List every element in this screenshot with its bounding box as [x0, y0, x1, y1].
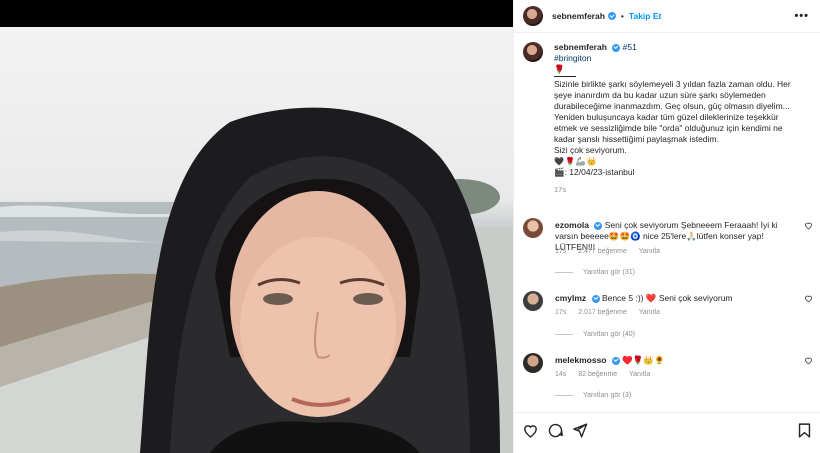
- comment-time: 14s: [555, 371, 567, 378]
- caption-tag-number[interactable]: #51: [623, 42, 637, 52]
- post-panel: sebnemferah • Takip Et ••• sebnemferah #…: [513, 0, 820, 453]
- action-bar: [514, 412, 820, 453]
- header-username[interactable]: sebnemferah: [552, 11, 605, 21]
- comment-item: ezomola Seni çok seviyorum Şebneeem Fera…: [523, 218, 813, 283]
- comment-text: Bence 5 :)) ❤️ Seni çok seviyorum: [601, 293, 733, 303]
- comment-time: 17s: [555, 248, 567, 255]
- heart-icon[interactable]: [804, 356, 813, 365]
- caption-paragraph-2: Yeniden buluşuncaya kadar tüm güzel dile…: [554, 112, 783, 144]
- verified-badge-icon: [611, 356, 620, 365]
- verified-badge-icon: [594, 221, 603, 230]
- caption-date-line: 🎬: 12/04/23-istanbul: [554, 167, 635, 177]
- avatar[interactable]: [523, 6, 543, 26]
- comment-likes[interactable]: 2.477 beğenme: [578, 248, 627, 255]
- post-header: sebnemferah • Takip Et •••: [514, 0, 820, 33]
- comment-username[interactable]: ezomola: [555, 220, 589, 230]
- caption-time: 17s: [554, 185, 567, 194]
- reply-button[interactable]: Yanıtla: [629, 371, 650, 378]
- share-icon[interactable]: [571, 422, 588, 439]
- selfie-photo: [0, 107, 513, 453]
- follow-button[interactable]: Takip Et: [629, 11, 661, 21]
- comment-likes[interactable]: 82 beğenme: [578, 371, 617, 378]
- comment-item: cmylmz Bence 5 :)) ❤️ Seni çok seviyorum…: [523, 291, 813, 346]
- caption-paragraph-3: Sizi çok seviyorum.: [554, 145, 627, 155]
- separator-dot: •: [620, 11, 624, 21]
- comment-likes[interactable]: 2.017 beğenme: [578, 309, 627, 316]
- verified-badge-icon: [591, 294, 600, 303]
- reply-button[interactable]: Yanıtla: [639, 309, 660, 316]
- comment-avatar[interactable]: [523, 353, 543, 373]
- caption-avatar[interactable]: [523, 42, 543, 62]
- view-replies-button[interactable]: Yanıtları gör (31): [555, 269, 635, 276]
- caption-divider: [554, 76, 576, 77]
- comment-icon[interactable]: [547, 422, 564, 439]
- more-horizontal-icon[interactable]: •••: [794, 10, 809, 22]
- verified-badge-icon: [612, 43, 621, 52]
- caption: sebnemferah #51 #bringiton 🌹 Sizinle bir…: [523, 42, 813, 195]
- verified-badge-icon: [607, 12, 616, 20]
- caption-hashtag[interactable]: #bringiton: [554, 53, 804, 64]
- comment-time: 17s: [555, 309, 567, 316]
- comment-username[interactable]: melekmosso: [555, 355, 607, 365]
- view-replies-button[interactable]: Yanıtları gör (3): [555, 392, 631, 399]
- comment-item: melekmosso ♥️🌹👑🌻 14s 82 beğenme Yanıtla …: [523, 353, 813, 405]
- post-media: [0, 0, 513, 453]
- caption-username[interactable]: sebnemferah: [554, 42, 607, 52]
- comment-username[interactable]: cmylmz: [555, 293, 586, 303]
- comment-avatar[interactable]: [523, 291, 543, 311]
- heart-icon[interactable]: [522, 422, 539, 439]
- rose-emoji: 🌹: [554, 64, 565, 74]
- comment-avatar[interactable]: [523, 218, 543, 238]
- comment-text: ♥️🌹👑🌻: [622, 355, 665, 365]
- heart-icon[interactable]: [804, 221, 813, 230]
- caption-emoji-row: 🖤🌹🦾👑: [554, 157, 598, 166]
- caption-paragraph-1: Sizinle birlikte şarkı söylemeyeli 3 yıl…: [554, 79, 791, 111]
- post-photo[interactable]: [0, 27, 513, 453]
- bookmark-icon[interactable]: [796, 422, 813, 439]
- heart-icon[interactable]: [804, 294, 813, 303]
- reply-button[interactable]: Yanıtla: [639, 248, 660, 255]
- view-replies-button[interactable]: Yanıtları gör (40): [555, 331, 635, 338]
